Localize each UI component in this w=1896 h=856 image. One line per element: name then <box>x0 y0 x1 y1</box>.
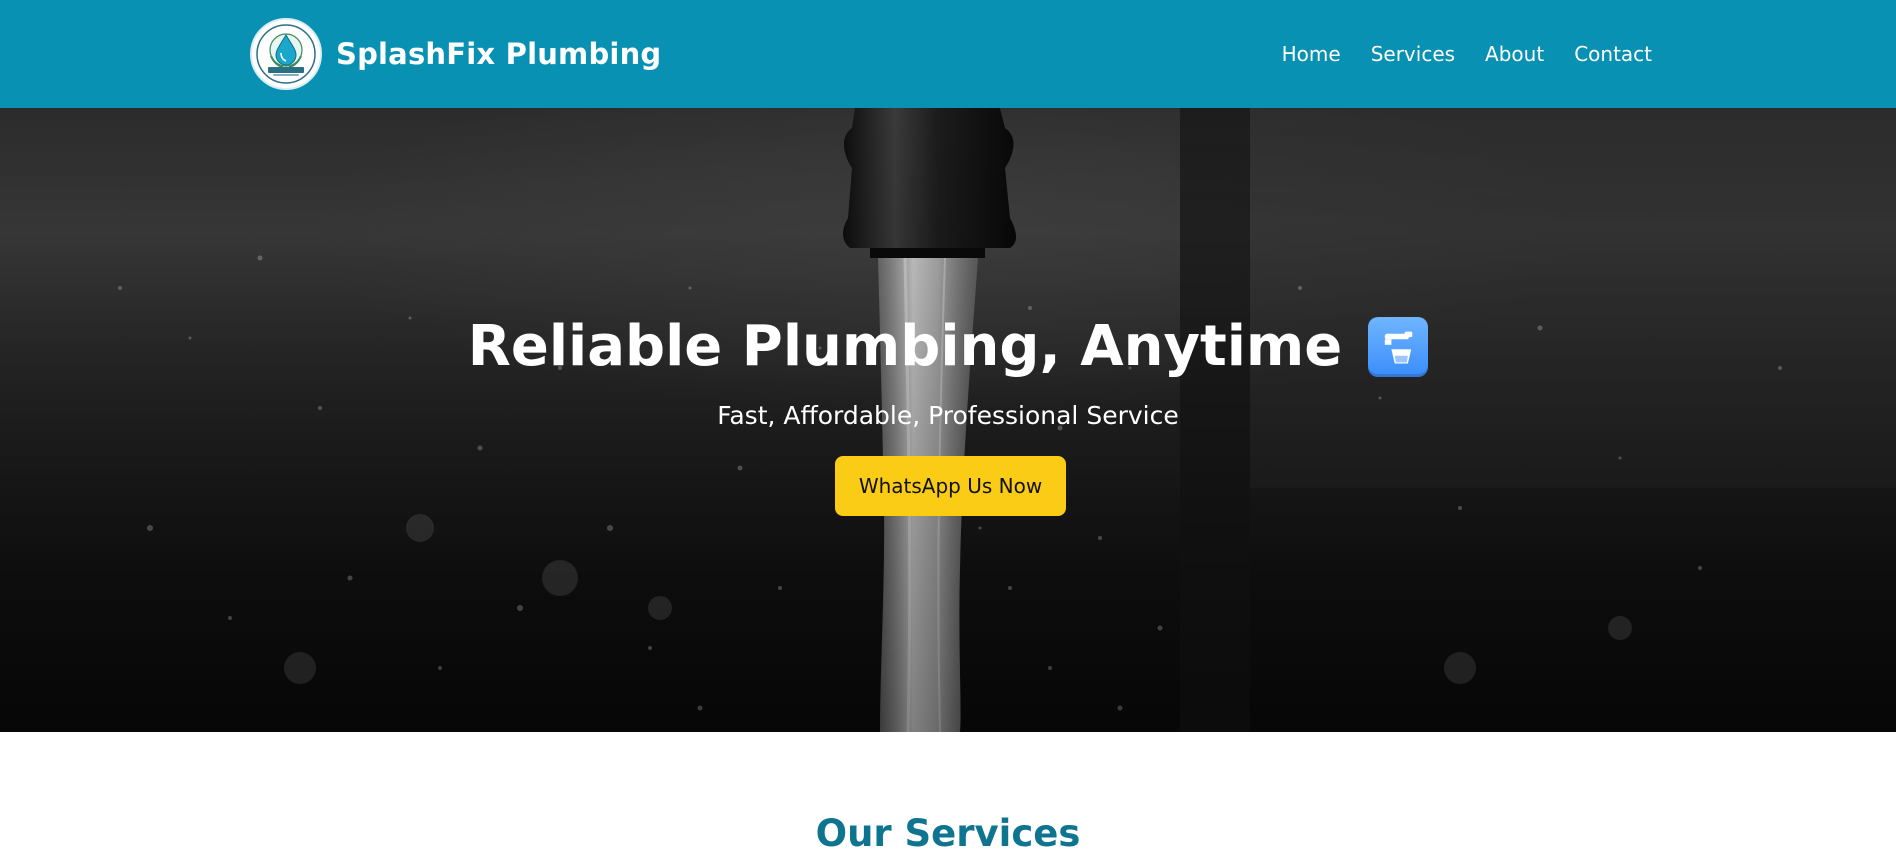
hero-title: Reliable Plumbing, Anytime <box>0 314 1896 379</box>
nav-services[interactable]: Services <box>1371 42 1455 66</box>
whatsapp-button[interactable]: WhatsApp Us Now <box>835 456 1066 516</box>
hero-content: Reliable Plumbing, Anytime Fast, Afforda… <box>0 108 1896 732</box>
services-heading: Our Services <box>815 812 1081 855</box>
nav-about[interactable]: About <box>1485 42 1544 66</box>
brand-name[interactable]: SplashFix Plumbing <box>336 37 661 71</box>
nav-home[interactable]: Home <box>1282 42 1341 66</box>
nav-contact[interactable]: Contact <box>1574 42 1652 66</box>
site-header: SplashFix Plumbing Home Services About C… <box>0 0 1896 108</box>
brand[interactable]: SplashFix Plumbing <box>250 18 661 90</box>
water-drop-logo-icon <box>256 24 316 84</box>
hero-subtitle: Fast, Affordable, Professional Service <box>717 401 1179 430</box>
hero-section: Reliable Plumbing, Anytime Fast, Afforda… <box>0 108 1896 732</box>
company-logo[interactable] <box>250 18 322 90</box>
hero-title-text: Reliable Plumbing, Anytime <box>467 314 1343 379</box>
main-nav: Home Services About Contact <box>1282 0 1652 108</box>
potable-water-faucet-icon <box>1368 316 1429 377</box>
